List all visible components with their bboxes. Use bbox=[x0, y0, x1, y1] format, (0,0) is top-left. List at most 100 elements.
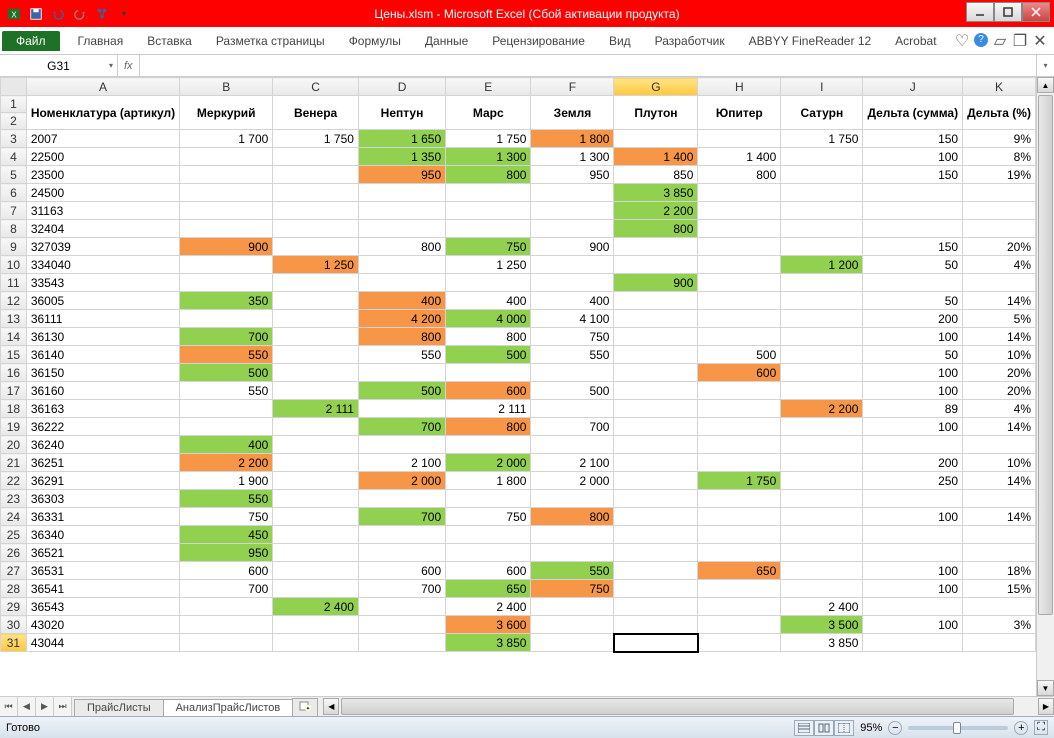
cell-A22[interactable]: 36291 bbox=[26, 472, 179, 490]
ribbon-tab-1[interactable]: Вставка bbox=[135, 31, 204, 51]
cell-J19[interactable]: 100 bbox=[863, 418, 963, 436]
cell-C30[interactable] bbox=[273, 616, 359, 634]
normal-view-icon[interactable] bbox=[794, 720, 814, 736]
cell-B22[interactable]: 1 900 bbox=[180, 472, 273, 490]
col-header-H[interactable]: H bbox=[698, 78, 781, 96]
cell-A18[interactable]: 36163 bbox=[26, 400, 179, 418]
cell-E8[interactable] bbox=[446, 220, 531, 238]
cell-I13[interactable] bbox=[781, 310, 863, 328]
maximize-button[interactable] bbox=[994, 2, 1022, 22]
redo-icon[interactable] bbox=[70, 4, 90, 24]
cell-A16[interactable]: 36150 bbox=[26, 364, 179, 382]
cell-F7[interactable] bbox=[531, 202, 614, 220]
cell-E31[interactable]: 3 850 bbox=[446, 634, 531, 652]
cell-B26[interactable]: 950 bbox=[180, 544, 273, 562]
cell-E16[interactable] bbox=[446, 364, 531, 382]
cell-J3[interactable]: 150 bbox=[863, 130, 963, 148]
cell-K13[interactable]: 5% bbox=[963, 310, 1036, 328]
cell-A4[interactable]: 22500 bbox=[26, 148, 179, 166]
scroll-thumb-h[interactable] bbox=[341, 698, 1014, 715]
cell-H27[interactable]: 650 bbox=[698, 562, 781, 580]
minimize-button[interactable] bbox=[966, 2, 994, 22]
cell-I31[interactable]: 3 850 bbox=[781, 634, 863, 652]
cell-D4[interactable]: 1 350 bbox=[358, 148, 445, 166]
cell-B30[interactable] bbox=[180, 616, 273, 634]
cell-C27[interactable] bbox=[273, 562, 359, 580]
cell-I24[interactable] bbox=[781, 508, 863, 526]
cell-H7[interactable] bbox=[698, 202, 781, 220]
cell-G5[interactable]: 850 bbox=[614, 166, 698, 184]
cell-E3[interactable]: 1 750 bbox=[446, 130, 531, 148]
cell-C22[interactable] bbox=[273, 472, 359, 490]
row-header-27[interactable]: 27 bbox=[1, 562, 27, 580]
cell-K16[interactable]: 20% bbox=[963, 364, 1036, 382]
cell-E4[interactable]: 1 300 bbox=[446, 148, 531, 166]
cell-K7[interactable] bbox=[963, 202, 1036, 220]
cell-D30[interactable] bbox=[358, 616, 445, 634]
cell-C21[interactable] bbox=[273, 454, 359, 472]
scroll-right-icon[interactable]: ▶ bbox=[1038, 698, 1054, 715]
cell-A9[interactable]: 327039 bbox=[26, 238, 179, 256]
cell-E14[interactable]: 800 bbox=[446, 328, 531, 346]
cell-D17[interactable]: 500 bbox=[358, 382, 445, 400]
cell-D12[interactable]: 400 bbox=[358, 292, 445, 310]
cell-H9[interactable] bbox=[698, 238, 781, 256]
cell-G19[interactable] bbox=[614, 418, 698, 436]
cell-B24[interactable]: 750 bbox=[180, 508, 273, 526]
cell-J10[interactable]: 50 bbox=[863, 256, 963, 274]
cell-G11[interactable]: 900 bbox=[614, 274, 698, 292]
ribbon-tab-9[interactable]: Acrobat bbox=[883, 31, 948, 51]
cell-I8[interactable] bbox=[781, 220, 863, 238]
cell-E19[interactable]: 800 bbox=[446, 418, 531, 436]
cell-A12[interactable]: 36005 bbox=[26, 292, 179, 310]
cell-G9[interactable] bbox=[614, 238, 698, 256]
row-header-14[interactable]: 14 bbox=[1, 328, 27, 346]
cell-F17[interactable]: 500 bbox=[531, 382, 614, 400]
cell-K17[interactable]: 20% bbox=[963, 382, 1036, 400]
row-header-25[interactable]: 25 bbox=[1, 526, 27, 544]
fx-icon[interactable]: fx bbox=[124, 60, 133, 72]
row-header-23[interactable]: 23 bbox=[1, 490, 27, 508]
cell-B5[interactable] bbox=[180, 166, 273, 184]
cell-J6[interactable] bbox=[863, 184, 963, 202]
cell-B29[interactable] bbox=[180, 598, 273, 616]
restore-window-icon[interactable]: ❐ bbox=[1012, 33, 1028, 49]
ribbon-tab-3[interactable]: Формулы bbox=[337, 31, 413, 51]
cell-G27[interactable] bbox=[614, 562, 698, 580]
undo-icon[interactable] bbox=[48, 4, 68, 24]
cell-B11[interactable] bbox=[180, 274, 273, 292]
cell-G10[interactable] bbox=[614, 256, 698, 274]
sheet-nav-prev-icon[interactable]: ◀ bbox=[18, 697, 36, 716]
cell-B9[interactable]: 900 bbox=[180, 238, 273, 256]
ribbon-tab-6[interactable]: Вид bbox=[597, 31, 643, 51]
cell-K29[interactable] bbox=[963, 598, 1036, 616]
cell-H21[interactable] bbox=[698, 454, 781, 472]
cell-G28[interactable] bbox=[614, 580, 698, 598]
cell-D22[interactable]: 2 000 bbox=[358, 472, 445, 490]
cell-B31[interactable] bbox=[180, 634, 273, 652]
minimize-ribbon-icon[interactable]: ▱ bbox=[992, 33, 1008, 49]
cell-F30[interactable] bbox=[531, 616, 614, 634]
zoom-in-icon[interactable]: + bbox=[1014, 721, 1028, 735]
cell-K26[interactable] bbox=[963, 544, 1036, 562]
cell-B16[interactable]: 500 bbox=[180, 364, 273, 382]
cell-I20[interactable] bbox=[781, 436, 863, 454]
cell-E10[interactable]: 1 250 bbox=[446, 256, 531, 274]
cell-D27[interactable]: 600 bbox=[358, 562, 445, 580]
header-cell-10[interactable]: Дельта (%) bbox=[963, 96, 1036, 130]
cell-C8[interactable] bbox=[273, 220, 359, 238]
cell-I6[interactable] bbox=[781, 184, 863, 202]
cell-B23[interactable]: 550 bbox=[180, 490, 273, 508]
cell-C31[interactable] bbox=[273, 634, 359, 652]
cell-F15[interactable]: 550 bbox=[531, 346, 614, 364]
cell-E11[interactable] bbox=[446, 274, 531, 292]
cell-E18[interactable]: 2 111 bbox=[446, 400, 531, 418]
select-all-corner[interactable] bbox=[1, 78, 27, 96]
cell-E26[interactable] bbox=[446, 544, 531, 562]
cell-J25[interactable] bbox=[863, 526, 963, 544]
cell-A7[interactable]: 31163 bbox=[26, 202, 179, 220]
cell-H18[interactable] bbox=[698, 400, 781, 418]
cell-H4[interactable]: 1 400 bbox=[698, 148, 781, 166]
cell-H20[interactable] bbox=[698, 436, 781, 454]
cell-G7[interactable]: 2 200 bbox=[614, 202, 698, 220]
